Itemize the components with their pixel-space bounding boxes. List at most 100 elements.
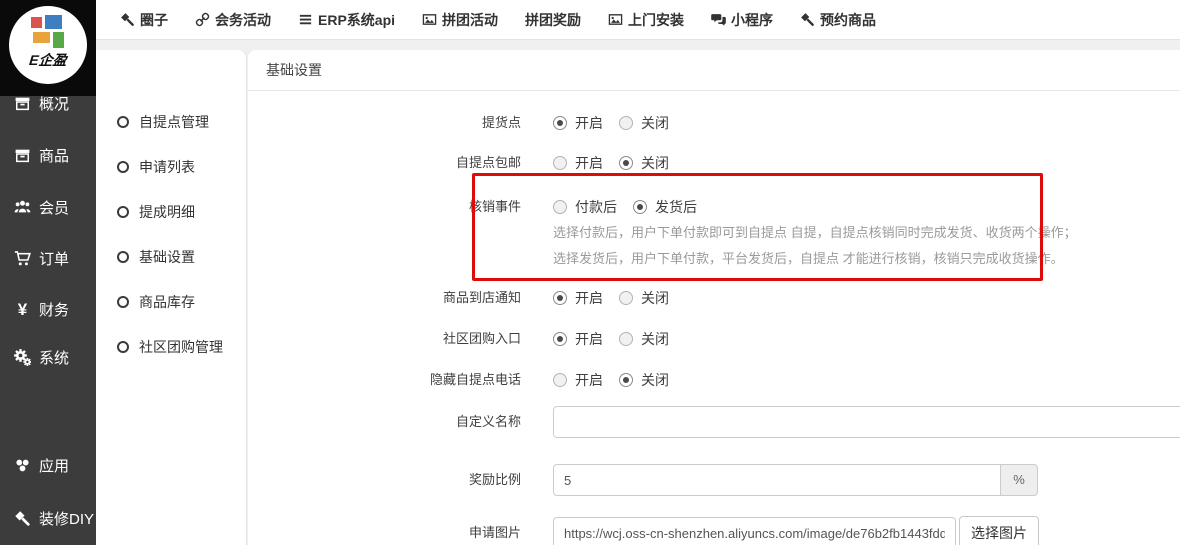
gavel-icon xyxy=(800,12,815,27)
topnav-item-circle[interactable]: 圈子 xyxy=(120,10,168,30)
cart-icon xyxy=(14,250,31,267)
circle-o-icon xyxy=(117,341,129,353)
sidebar-item-orders[interactable]: 订单 xyxy=(0,244,96,272)
circle-o-icon xyxy=(117,296,129,308)
comments-icon xyxy=(711,12,726,27)
radio-option-off[interactable]: 关闭 xyxy=(619,370,669,390)
form-row-pickup-free-shipping: 自提点包邮 开启 关闭 xyxy=(248,148,1180,178)
sidebar-item-label: 会员 xyxy=(39,197,69,218)
radio-option-on[interactable]: 开启 xyxy=(553,113,603,133)
topnav-item-reservation-goods[interactable]: 预约商品 xyxy=(800,10,876,30)
field-help-text: 选择发货后，用户下单付款，平台发货后，自提点 才能进行核销，核销只完成收货操作。 xyxy=(553,246,1077,272)
form-row-verification-event: 核销事件 付款后 发货后 选择付款后，用户下单付款即可到自提点 自提，自提点核销… xyxy=(248,194,1180,272)
radio-option-off[interactable]: 关闭 xyxy=(619,329,669,349)
radio-option-after-shipment[interactable]: 发货后 xyxy=(633,197,697,217)
radio-icon xyxy=(619,116,633,130)
topnav-item-groupbuy-reward[interactable]: 拼团奖励 xyxy=(525,10,581,30)
field-label: 核销事件 xyxy=(248,194,521,272)
users-icon xyxy=(14,199,31,216)
form-row-reward-ratio: 奖励比例 % xyxy=(248,464,1180,496)
radio-icon xyxy=(619,373,633,387)
sidebar-item-label: 财务 xyxy=(39,299,69,320)
submenu-item-label: 商品库存 xyxy=(139,292,195,312)
radio-option-on[interactable]: 开启 xyxy=(553,329,603,349)
topnav-item-mini-program[interactable]: 小程序 xyxy=(711,10,773,30)
gavel-icon xyxy=(14,510,31,527)
sidebar-item-goods[interactable]: 商品 xyxy=(0,141,96,169)
circle-o-icon xyxy=(117,161,129,173)
yen-icon: ¥ xyxy=(14,301,31,318)
basic-settings-form: 提货点 开启 关闭 自提点包邮 开启 关闭 核销事件 付款后 xyxy=(248,91,1180,545)
radio-icon xyxy=(553,200,567,214)
image-icon xyxy=(608,12,623,27)
radio-option-off[interactable]: 关闭 xyxy=(619,153,669,173)
topnav-item-conference-activity[interactable]: 会务活动 xyxy=(195,10,271,30)
submenu-item-community-groupbuy[interactable]: 社区团购管理 xyxy=(96,333,246,361)
sidebar-item-system[interactable]: 系统 xyxy=(0,343,96,371)
sidebar-item-overview[interactable]: 概况 xyxy=(0,89,96,117)
main-content-panel: 基础设置 提货点 开启 关闭 自提点包邮 开启 关闭 核销 xyxy=(248,50,1180,545)
submenu-item-label: 提成明细 xyxy=(139,202,195,222)
radio-icon xyxy=(553,156,567,170)
field-label: 申请图片 xyxy=(248,517,521,545)
topnav-item-label: 上门安装 xyxy=(628,10,684,30)
sidebar-item-members[interactable]: 会员 xyxy=(0,193,96,221)
sidebar-item-finance[interactable]: ¥ 财务 xyxy=(0,295,96,323)
brand-logo[interactable]: E企盈 xyxy=(0,0,96,96)
sidebar-item-label: 应用 xyxy=(39,455,69,476)
radio-icon xyxy=(553,332,567,346)
sidebar-item-label: 概况 xyxy=(39,93,69,114)
sidebar-item-label: 装修DIY xyxy=(39,508,94,529)
field-help-text: 选择付款后，用户下单付款即可到自提点 自提，自提点核销同时完成发货、收货两个操作… xyxy=(553,220,1077,246)
topnav-item-label: ERP系统api xyxy=(318,10,395,30)
box-icon xyxy=(14,147,31,164)
link-icon xyxy=(195,12,210,27)
topnav-item-label: 圈子 xyxy=(140,10,168,30)
radio-option-on[interactable]: 开启 xyxy=(553,288,603,308)
circle-o-icon xyxy=(117,116,129,128)
submenu-item-apply-list[interactable]: 申请列表 xyxy=(96,153,246,181)
page-title: 基础设置 xyxy=(248,50,1180,91)
topnav-item-label: 会务活动 xyxy=(215,10,271,30)
topnav-item-door-install[interactable]: 上门安装 xyxy=(608,10,684,30)
field-label: 自提点包邮 xyxy=(248,148,521,178)
sidebar-item-label: 订单 xyxy=(39,248,69,269)
submenu-item-pickup-management[interactable]: 自提点管理 xyxy=(96,108,246,136)
form-row-arrival-notice: 商品到店通知 开启 关闭 xyxy=(248,283,1180,313)
topnav-item-label: 小程序 xyxy=(731,10,773,30)
radio-icon xyxy=(633,200,647,214)
gears-icon xyxy=(14,349,31,366)
sidebar-item-decorate-diy[interactable]: 装修DIY xyxy=(0,504,96,532)
radio-option-on[interactable]: 开启 xyxy=(553,370,603,390)
radio-option-off[interactable]: 关闭 xyxy=(619,113,669,133)
submenu-item-basic-settings[interactable]: 基础设置 xyxy=(96,243,246,271)
field-label: 商品到店通知 xyxy=(248,283,521,313)
reward-ratio-input[interactable] xyxy=(553,464,1001,496)
topnav-item-label: 预约商品 xyxy=(820,10,876,30)
field-label: 奖励比例 xyxy=(248,464,521,496)
submenu-item-label: 基础设置 xyxy=(139,247,195,267)
radio-option-off[interactable]: 关闭 xyxy=(619,288,669,308)
sidebar-item-apps[interactable]: 应用 xyxy=(0,451,96,479)
form-row-apply-image: 申请图片 选择图片 xyxy=(248,517,1180,545)
apply-image-url-input[interactable] xyxy=(553,517,956,545)
form-row-community-groupbuy-entry: 社区团购入口 开启 关闭 xyxy=(248,324,1180,354)
radio-option-after-payment[interactable]: 付款后 xyxy=(553,197,617,217)
circle-o-icon xyxy=(117,251,129,263)
submenu-item-goods-stock[interactable]: 商品库存 xyxy=(96,288,246,316)
radio-icon xyxy=(553,373,567,387)
topnav-item-groupbuy-activity[interactable]: 拼团活动 xyxy=(422,10,498,30)
custom-name-input[interactable] xyxy=(553,406,1180,438)
form-row-hide-pickup-phone: 隐藏自提点电话 开启 关闭 xyxy=(248,365,1180,395)
box-icon xyxy=(14,95,31,112)
submenu-item-label: 申请列表 xyxy=(139,157,195,177)
submenu-item-commission-detail[interactable]: 提成明细 xyxy=(96,198,246,226)
topnav-item-erp-api[interactable]: ERP系统api xyxy=(298,10,395,30)
choose-image-button[interactable]: 选择图片 xyxy=(959,516,1039,545)
circle-o-icon xyxy=(117,206,129,218)
secondary-sidebar: 自提点管理 申请列表 提成明细 基础设置 商品库存 社区团购管理 xyxy=(96,50,246,545)
logo-circle: E企盈 xyxy=(9,6,87,84)
radio-option-on[interactable]: 开启 xyxy=(553,153,603,173)
field-label: 自定义名称 xyxy=(248,406,521,438)
sidebar-item-label: 商品 xyxy=(39,145,69,166)
